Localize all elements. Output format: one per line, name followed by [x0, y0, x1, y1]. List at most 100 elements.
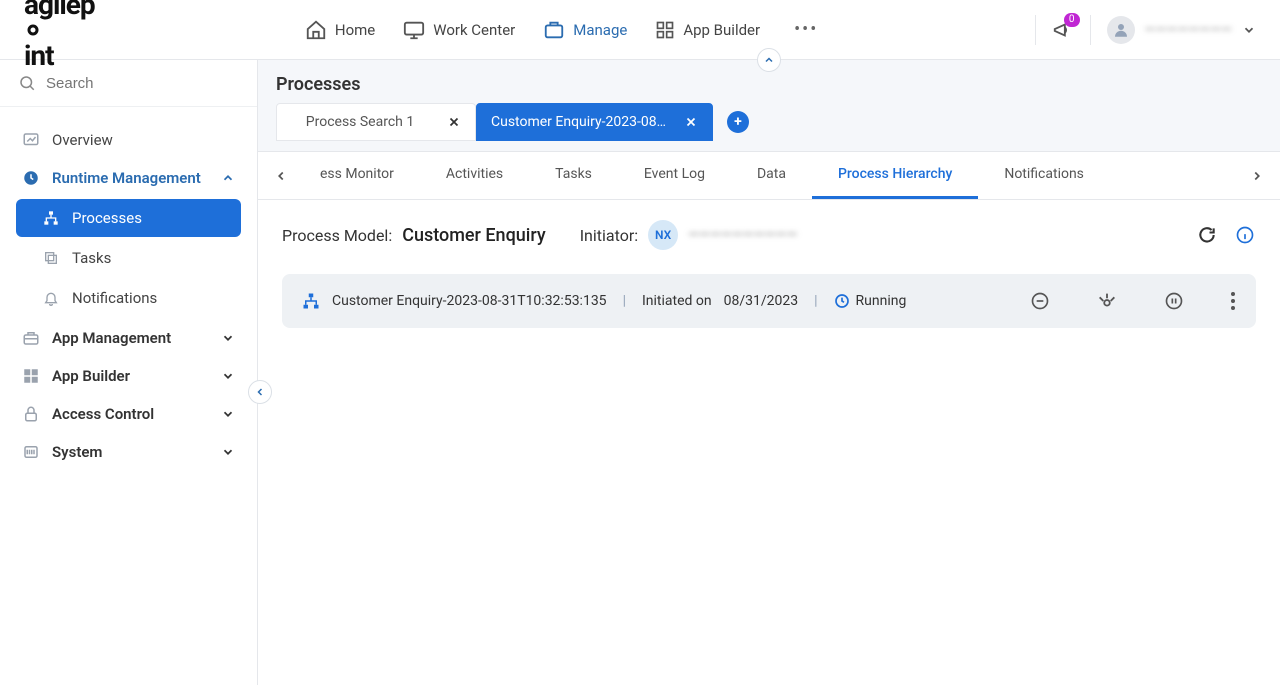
brand-dot-icon	[24, 21, 95, 39]
nav-work-center[interactable]: Work Center	[403, 19, 515, 41]
nav-app-builder-label: App Builder	[683, 21, 760, 39]
sidebar-app-mgmt-label: App Management	[52, 329, 171, 347]
initiator-badge: NX	[648, 220, 678, 250]
sidebar-nav: Overview Runtime Management Processes Ta…	[0, 107, 257, 485]
nav-more[interactable]: •••	[788, 19, 824, 40]
sidebar-item-app-builder[interactable]: App Builder	[10, 357, 247, 395]
close-icon[interactable]	[447, 115, 461, 129]
hierarchy-icon	[42, 210, 60, 226]
model-actions	[1196, 224, 1256, 246]
running-icon	[834, 293, 850, 309]
pause-button[interactable]	[1164, 291, 1184, 311]
separator: |	[810, 293, 821, 309]
tab-notifications-detail[interactable]: Notifications	[978, 152, 1110, 199]
sidebar-item-tasks[interactable]: Tasks	[16, 239, 241, 277]
sidebar-item-access-control[interactable]: Access Control	[10, 395, 247, 433]
process-card: Customer Enquiry-2023-08-31T10:32:53:135…	[282, 274, 1256, 328]
copy-icon	[42, 250, 60, 266]
top-right: 0 ————————	[1035, 15, 1256, 45]
sidebar-item-system[interactable]: System	[10, 433, 247, 471]
initiated-date: 08/31/2023	[724, 293, 799, 309]
notifications-button[interactable]: 0	[1052, 19, 1074, 41]
sidebar-overview-label: Overview	[52, 131, 113, 149]
add-tab-button[interactable]: +	[727, 111, 749, 133]
sidebar-collapse-button[interactable]	[248, 380, 272, 404]
info-button[interactable]	[1234, 224, 1256, 246]
main: Processes Process Search 1 Customer Enqu…	[258, 60, 1280, 685]
sidebar-item-app-management[interactable]: App Management	[10, 319, 247, 357]
chevron-up-icon	[221, 171, 235, 185]
detail-tabs-scroll: ess Monitor Activities Tasks Event Log D…	[294, 152, 1244, 199]
username: ————————	[1145, 22, 1232, 38]
toolbox-icon	[22, 329, 40, 347]
hierarchy-icon	[302, 292, 320, 310]
initiator-name: ——————————	[688, 227, 797, 243]
lock-icon	[22, 405, 40, 423]
briefcase-icon	[543, 19, 565, 41]
tab-activities[interactable]: Activities	[420, 152, 529, 199]
divider	[1090, 15, 1091, 45]
nav-home[interactable]: Home	[305, 19, 375, 41]
sidebar-access-label: Access Control	[52, 405, 154, 423]
sidebar-runtime-label: Runtime Management	[52, 169, 201, 187]
sidebar-item-runtime[interactable]: Runtime Management	[10, 159, 247, 197]
brand-prefix: agilep	[24, 0, 95, 21]
nav-app-builder[interactable]: App Builder	[655, 20, 760, 40]
sidebar-notifications-label: Notifications	[72, 289, 157, 307]
chevron-down-icon	[221, 331, 235, 345]
sidebar-tasks-label: Tasks	[72, 249, 111, 267]
process-model-label: Process Model:	[282, 226, 392, 245]
tab-tasks[interactable]: Tasks	[529, 152, 618, 199]
layout: Overview Runtime Management Processes Ta…	[0, 60, 1280, 685]
monitor-icon	[403, 19, 425, 41]
tab-data[interactable]: Data	[731, 152, 812, 199]
status: Running	[834, 293, 907, 309]
debug-button[interactable]	[1096, 290, 1118, 312]
sidebar: Overview Runtime Management Processes Ta…	[0, 60, 258, 685]
nav-manage[interactable]: Manage	[543, 19, 627, 41]
avatar-icon	[1107, 16, 1135, 44]
sidebar-search[interactable]	[0, 60, 257, 107]
notification-badge: 0	[1064, 13, 1080, 27]
tabs-scroll-left[interactable]	[268, 169, 294, 183]
separator: |	[619, 293, 630, 309]
panel: ess Monitor Activities Tasks Event Log D…	[258, 151, 1280, 685]
chevron-down-icon	[221, 369, 235, 383]
tab-event-log[interactable]: Event Log	[618, 152, 731, 199]
search-input[interactable]	[46, 75, 239, 92]
cancel-button[interactable]	[1030, 291, 1050, 311]
detail-tabs: ess Monitor Activities Tasks Event Log D…	[258, 152, 1280, 200]
sidebar-app-builder-label: App Builder	[52, 367, 130, 385]
tab-customer-enquiry[interactable]: Customer Enquiry-2023-08…	[476, 103, 713, 141]
process-model-name: Customer Enquiry	[402, 225, 546, 246]
bell-icon	[42, 290, 60, 306]
sidebar-processes-label: Processes	[72, 209, 142, 227]
sidebar-item-processes[interactable]: Processes	[16, 199, 241, 237]
user-menu[interactable]: ————————	[1107, 16, 1256, 44]
close-icon[interactable]	[684, 115, 698, 129]
tab-label: Process Search 1	[291, 114, 429, 130]
search-tabs: Process Search 1 Customer Enquiry-2023-0…	[258, 103, 1280, 151]
sidebar-item-overview[interactable]: Overview	[10, 121, 247, 159]
tabs-scroll-right[interactable]	[1244, 169, 1270, 183]
status-text: Running	[856, 293, 907, 309]
tab-process-monitor[interactable]: ess Monitor	[294, 152, 420, 199]
chevron-down-icon	[221, 407, 235, 421]
sidebar-item-notifications[interactable]: Notifications	[16, 279, 241, 317]
header-collapse-button[interactable]	[757, 48, 781, 72]
topbar: agilepint Home Work Center Manage App Bu…	[0, 0, 1280, 60]
clock-icon	[22, 169, 40, 187]
process-actions	[1030, 290, 1236, 312]
grid-icon	[655, 20, 675, 40]
chart-icon	[22, 131, 40, 149]
nav-work-center-label: Work Center	[433, 21, 515, 39]
chevron-down-icon	[221, 445, 235, 459]
refresh-button[interactable]	[1196, 224, 1218, 246]
server-icon	[22, 443, 40, 461]
tab-process-search-1[interactable]: Process Search 1	[276, 103, 476, 141]
process-model-row: Process Model: Customer Enquiry Initiato…	[258, 200, 1280, 270]
tab-process-hierarchy[interactable]: Process Hierarchy	[812, 152, 978, 199]
tab-label: Customer Enquiry-2023-08…	[491, 114, 666, 130]
initiator-label: Initiator:	[580, 226, 638, 245]
more-button[interactable]	[1230, 291, 1236, 311]
